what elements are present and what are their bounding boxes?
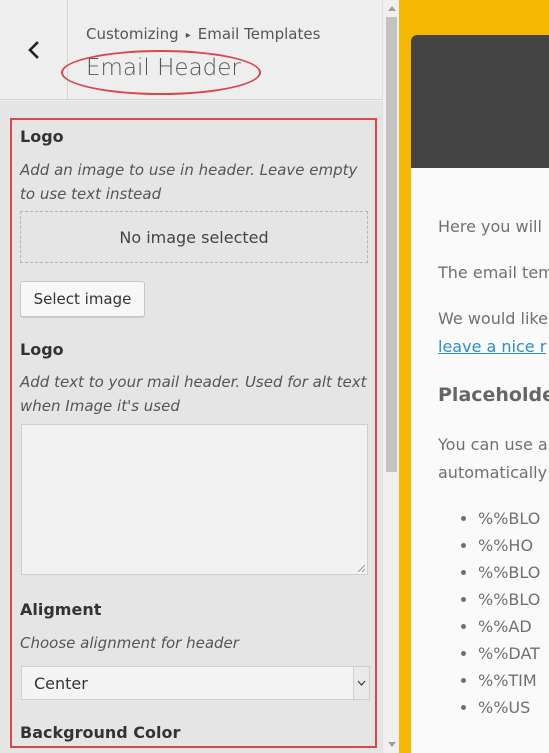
preview-text-line: Here you will [438, 217, 542, 236]
email-header-preview [411, 35, 549, 168]
preview-text-line: The email tem [438, 263, 549, 282]
logo-text-title: Logo [20, 340, 64, 359]
preview-placeholders-heading: Placeholde [438, 384, 549, 406]
preview-text-line: We would like [438, 309, 548, 328]
list-item: %%TIM [461, 671, 540, 698]
alignment-select[interactable]: Center [21, 666, 370, 700]
preview-placeholder-list: %%BLO %%HO %%BLO %%BLO %%AD %%DAT %%TIM … [461, 509, 540, 725]
list-item: %%BLO [461, 590, 540, 617]
scroll-down-arrow-icon[interactable] [383, 736, 400, 753]
list-item: %%AD [461, 617, 540, 644]
resize-grip-icon[interactable] [357, 564, 365, 572]
panel-scrollbar[interactable] [382, 0, 399, 753]
panel-header: Customizing ▸ Email Templates Email Header [0, 0, 382, 100]
logo-text-input[interactable] [21, 424, 368, 575]
alignment-title: Aligment [20, 600, 102, 619]
logo-text-description: Add text to your mail header. Used for a… [20, 373, 367, 415]
logo-image-title: Logo [20, 127, 64, 146]
alignment-selected-value: Center [34, 674, 88, 693]
title-highlight-oval [61, 50, 261, 95]
back-button[interactable] [0, 0, 68, 100]
list-item: %%BLO [461, 509, 540, 536]
chevron-left-icon [27, 41, 39, 59]
breadcrumb-separator-icon: ▸ [185, 30, 191, 41]
list-item: %%BLO [461, 563, 540, 590]
logo-image-description: Add an image to use in header. Leave emp… [20, 161, 358, 203]
alignment-description: Choose alignment for header [20, 634, 239, 652]
breadcrumb: Customizing ▸ Email Templates [86, 25, 320, 43]
list-item: %%DAT [461, 644, 540, 671]
breadcrumb-root: Customizing [86, 25, 179, 43]
customizer-panel: Customizing ▸ Email Templates Email Header… [0, 0, 399, 753]
no-image-placeholder: No image selected [20, 211, 368, 263]
email-preview: Here you will The email tem We would lik… [399, 0, 549, 753]
list-item: %%US [461, 698, 540, 725]
scroll-up-arrow-icon[interactable] [383, 0, 400, 17]
breadcrumb-parent: Email Templates [197, 25, 321, 43]
controls-area: Logo Add an image to use in header. Leav… [0, 101, 382, 753]
preview-review-link[interactable]: leave a nice r [438, 337, 546, 356]
preview-text-line: automatically [438, 463, 548, 482]
scroll-thumb[interactable] [386, 17, 397, 472]
select-image-button[interactable]: Select image [20, 281, 145, 317]
background-color-title: Background Color [20, 723, 181, 742]
preview-text-line: You can use a [438, 435, 548, 454]
email-preview-card: Here you will The email tem We would lik… [411, 35, 549, 753]
list-item: %%HO [461, 536, 540, 563]
no-image-label: No image selected [119, 227, 269, 247]
chevron-down-icon[interactable] [353, 667, 369, 699]
